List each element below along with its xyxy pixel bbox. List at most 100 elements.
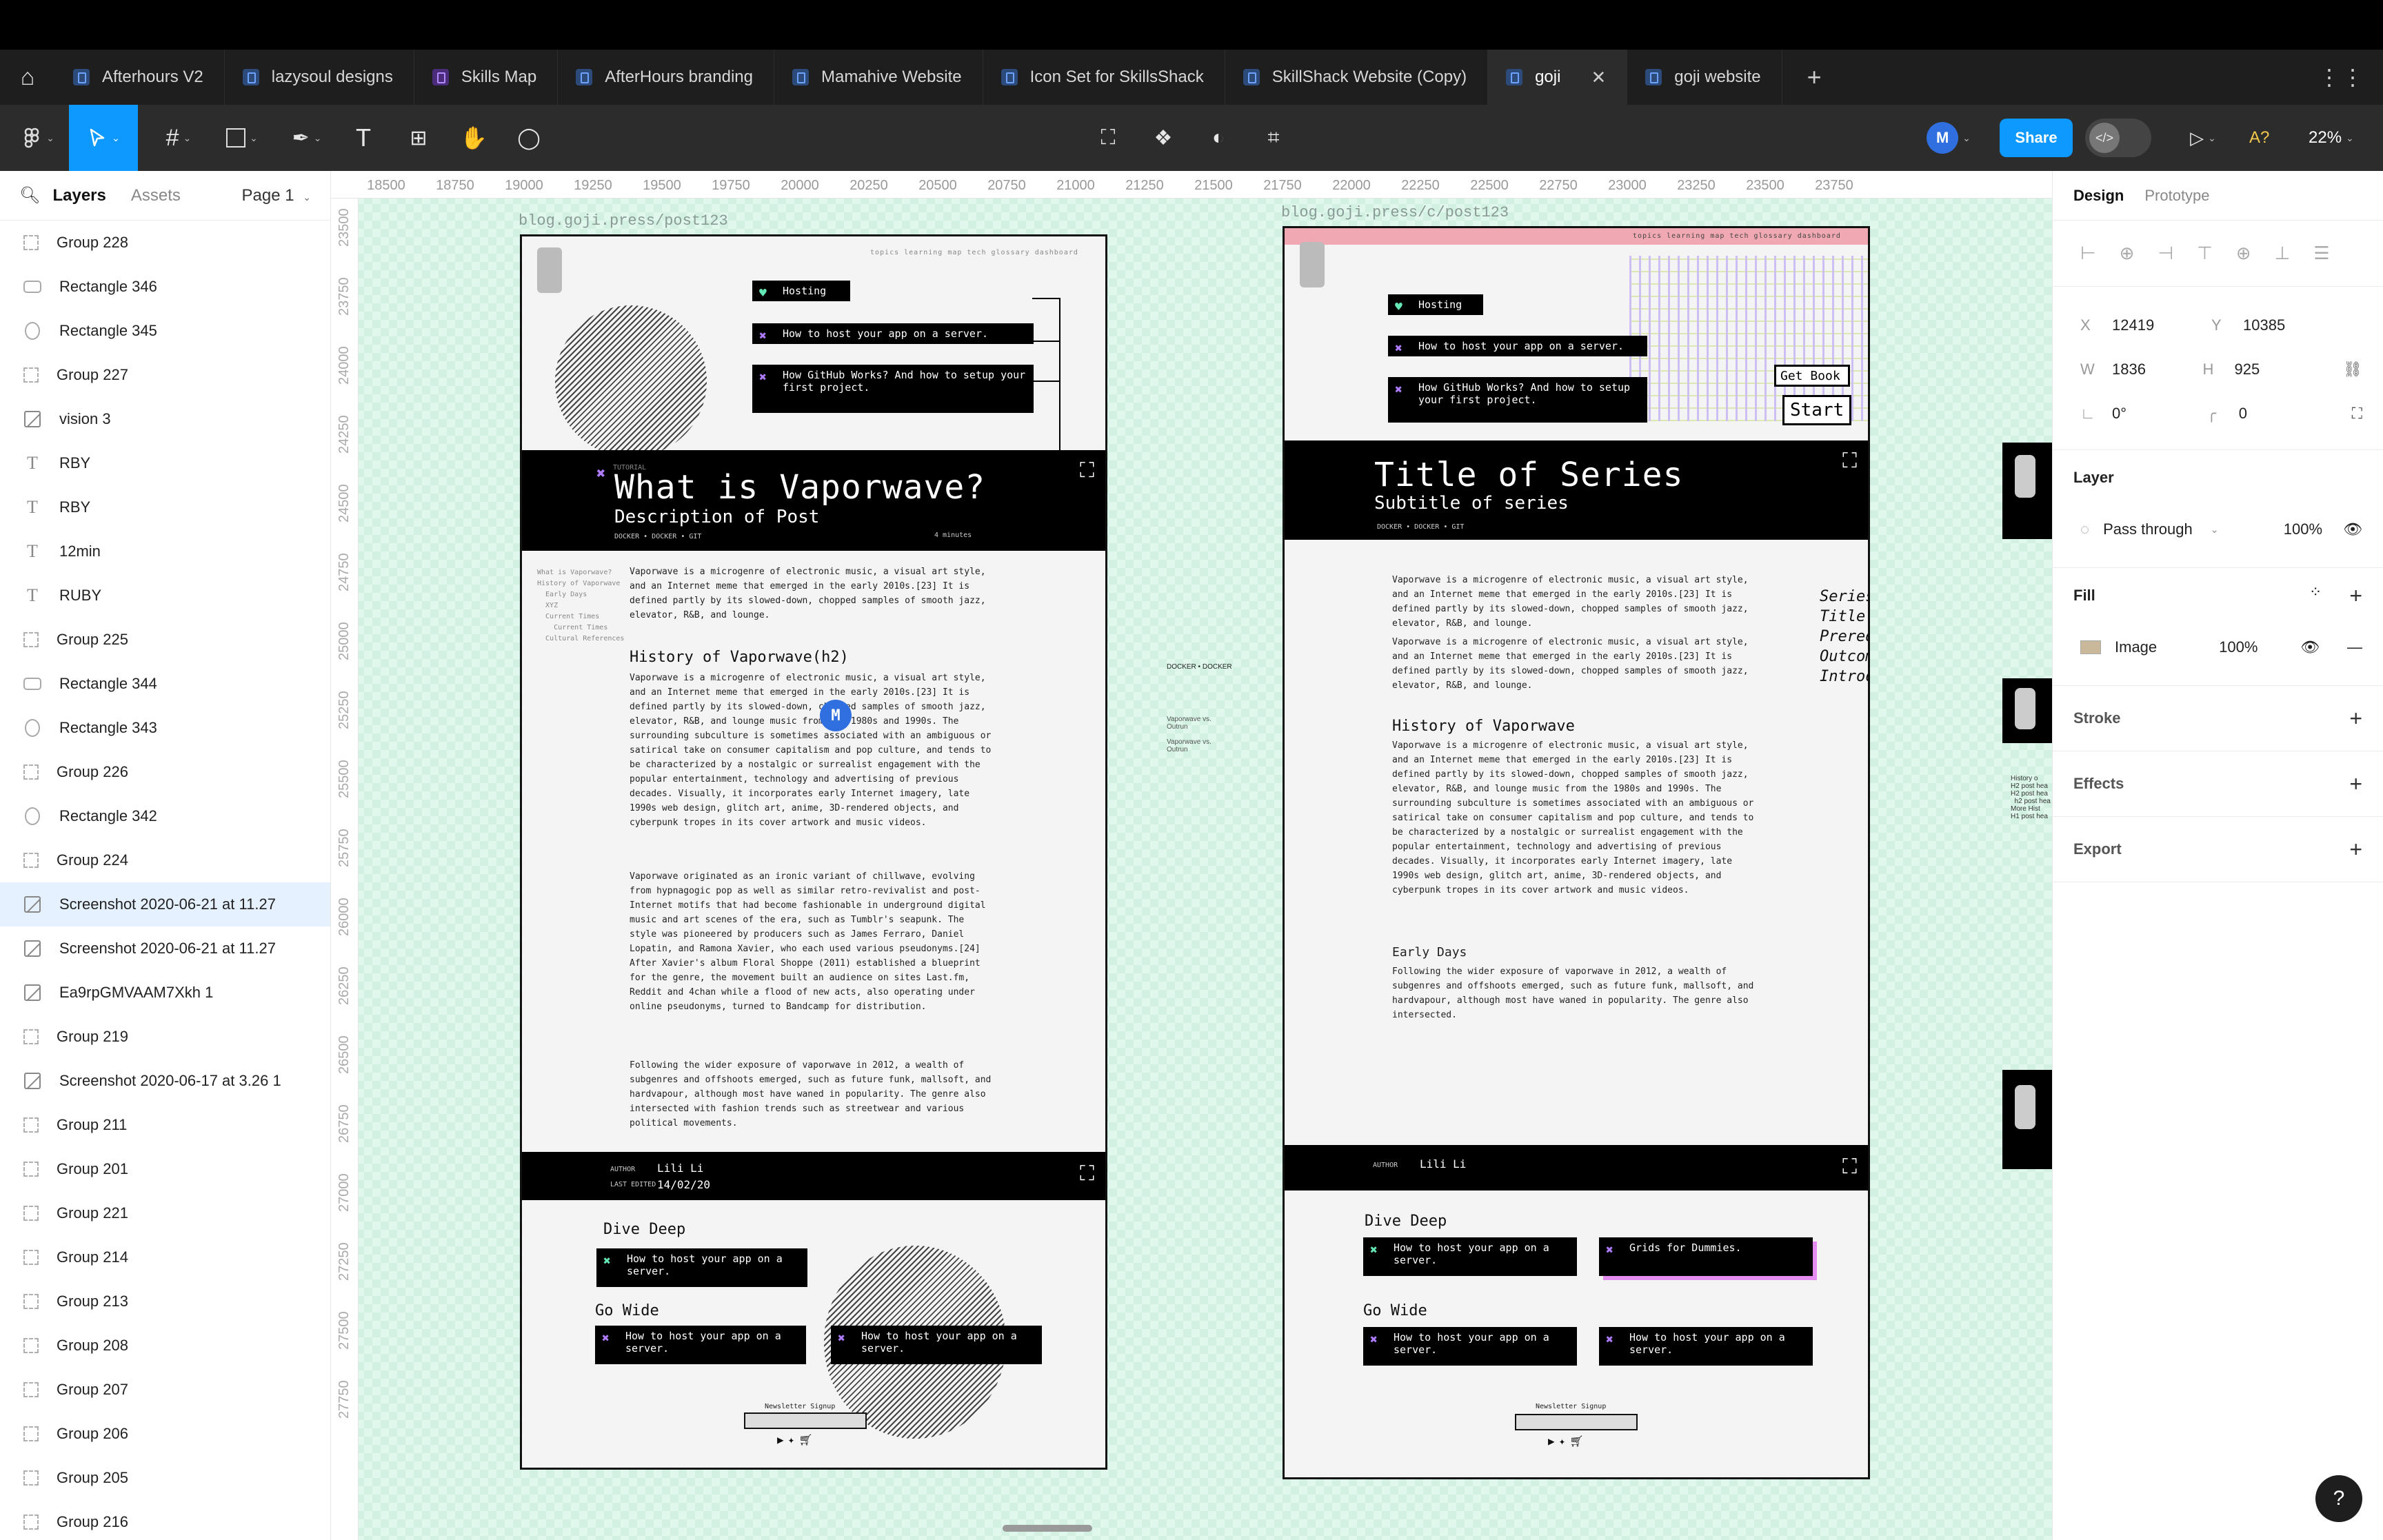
comment-tool-button[interactable]: ◯: [513, 105, 545, 171]
layer-row[interactable]: Group 227: [0, 353, 330, 397]
file-tab[interactable]: goji website: [1627, 50, 1782, 105]
add-effect-plus-icon[interactable]: +: [2349, 771, 2362, 797]
sitemap-icon[interactable]: ⛶: [1842, 1155, 1857, 1179]
file-tab[interactable]: Icon Set for SkillsShack: [983, 50, 1225, 105]
more-menu-icon[interactable]: ⋮⋮: [2318, 64, 2365, 90]
font-warning-indicator[interactable]: A?: [2249, 105, 2269, 171]
layer-row[interactable]: Ea9rpGMVAAM7Xkh 1: [0, 971, 330, 1015]
layer-row[interactable]: T RBY: [0, 485, 330, 529]
frame-post[interactable]: topics learning map tech glossary dashbo…: [520, 234, 1107, 1470]
frame-selection-button[interactable]: ⛶: [1092, 105, 1124, 171]
add-fill-plus-icon[interactable]: +: [2349, 583, 2362, 609]
layer-row[interactable]: Rectangle 343: [0, 706, 330, 750]
present-button[interactable]: ▷ ⌄: [2179, 105, 2227, 171]
card-grids[interactable]: ✖ Grids for Dummies.: [1599, 1237, 1813, 1276]
fill-styles-icon[interactable]: ⁘: [2309, 583, 2322, 609]
align-center-h-icon[interactable]: ⊕: [2120, 243, 2135, 264]
sitemap-icon[interactable]: ⛶: [1080, 458, 1094, 483]
resources-tool-button[interactable]: ⊞: [403, 105, 434, 171]
sitemap-icon[interactable]: ⛶: [1842, 449, 1857, 473]
card-dive-host[interactable]: ✖ How to host your app on a server.: [596, 1248, 807, 1287]
card-hosting[interactable]: ♥ Hosting: [1388, 294, 1483, 315]
offscreen-frame-3[interactable]: [2002, 1070, 2052, 1169]
align-left-icon[interactable]: ⊢: [2080, 243, 2096, 264]
layer-row[interactable]: Group 207: [0, 1368, 330, 1412]
width-field[interactable]: W 1836: [2080, 361, 2203, 378]
eye-icon[interactable]: 👁︎: [2300, 638, 2320, 656]
file-tab[interactable]: Afterhours V2: [55, 50, 225, 105]
card-wide-host-2[interactable]: ✖ How to host your app on a server.: [831, 1326, 1042, 1364]
fill-opacity[interactable]: 100%: [2219, 638, 2258, 656]
independent-corners-icon[interactable]: ⛶: [2352, 405, 2362, 423]
start-button[interactable]: Start: [1782, 395, 1851, 425]
card-github[interactable]: ✖ How GitHub Works? And how to setup your…: [752, 365, 1034, 413]
offscreen-frame-2[interactable]: [2002, 678, 2052, 743]
create-component-button[interactable]: ❖: [1147, 105, 1179, 171]
image-fill-swatch[interactable]: [2080, 640, 2101, 654]
layer-row[interactable]: Group 211: [0, 1103, 330, 1147]
help-button[interactable]: ?: [2315, 1475, 2362, 1522]
card-wide-host-1[interactable]: ✖ How to host your app on a server.: [595, 1326, 806, 1364]
blend-mode-dropdown[interactable]: ◌ Pass through ⌄: [2080, 520, 2218, 538]
search-icon[interactable]: 🔍︎: [19, 185, 40, 205]
align-bottom-icon[interactable]: ⊥: [2275, 243, 2291, 264]
align-right-icon[interactable]: ⊣: [2158, 243, 2173, 264]
layer-row[interactable]: Rectangle 344: [0, 662, 330, 706]
text-tool-button[interactable]: T: [348, 105, 379, 171]
frame-label-series[interactable]: blog.goji.press/c/post123: [1281, 204, 1509, 221]
align-middle-v-icon[interactable]: ⊕: [2236, 243, 2251, 264]
newsletter-input[interactable]: [744, 1412, 867, 1429]
card-wide-host-2[interactable]: ✖ How to host your app on a server.: [1599, 1327, 1813, 1366]
tab-layers[interactable]: Layers: [52, 186, 105, 205]
layer-row[interactable]: T 12min: [0, 529, 330, 574]
page-selector[interactable]: Page 1 ⌄: [242, 186, 311, 205]
tab-assets[interactable]: Assets: [131, 186, 181, 205]
layer-row[interactable]: Rectangle 342: [0, 794, 330, 838]
file-tab[interactable]: SkillShack Website (Copy): [1225, 50, 1489, 105]
height-field[interactable]: H 925: [2203, 361, 2326, 378]
constrain-proportions-icon[interactable]: ⛓: [2343, 361, 2362, 378]
mask-button[interactable]: ◐: [1203, 105, 1234, 171]
newsletter-input[interactable]: [1515, 1414, 1638, 1430]
close-tab-icon[interactable]: ✕: [1591, 67, 1606, 88]
frame-tool-button[interactable]: # ⌄: [154, 105, 203, 171]
pen-tool-button[interactable]: ✒ ⌄: [283, 105, 331, 171]
new-tab-plus-icon[interactable]: +: [1807, 63, 1822, 92]
main-menu-button[interactable]: ⌄: [14, 105, 62, 171]
sitemap-icon[interactable]: ⛶: [1080, 1162, 1094, 1186]
frame-series[interactable]: topics learning map tech glossary dashbo…: [1283, 226, 1870, 1479]
table-of-contents[interactable]: What is Vaporwave? History of Vaporwave …: [537, 567, 624, 645]
multiplayer-avatar[interactable]: M ⌄: [1921, 105, 1976, 171]
align-top-icon[interactable]: ⊤: [2197, 243, 2213, 264]
remove-fill-minus-icon[interactable]: —: [2347, 638, 2362, 656]
distribute-icon[interactable]: ☰: [2313, 243, 2329, 264]
add-stroke-plus-icon[interactable]: +: [2349, 706, 2362, 731]
card-github[interactable]: ✖ How GitHub Works? And how to setup your…: [1388, 377, 1647, 423]
layer-row[interactable]: Rectangle 346: [0, 265, 330, 309]
y-field[interactable]: Y 10385: [2211, 316, 2342, 334]
layer-row[interactable]: Group 221: [0, 1191, 330, 1235]
layer-row[interactable]: Group 201: [0, 1147, 330, 1191]
layer-row[interactable]: Group 208: [0, 1324, 330, 1368]
frame-label-post[interactable]: blog.goji.press/post123: [519, 212, 728, 230]
layer-row[interactable]: vision 3: [0, 397, 330, 441]
card-hosting[interactable]: ♥ Hosting: [752, 281, 850, 301]
card-dive-host[interactable]: ✖ How to host your app on a server.: [1363, 1237, 1577, 1276]
layer-row[interactable]: T RUBY: [0, 574, 330, 618]
canvas-horizontal-scrollbar[interactable]: [1003, 1525, 1092, 1532]
layer-row[interactable]: Group 205: [0, 1456, 330, 1500]
eye-icon[interactable]: 👁︎: [2343, 520, 2362, 538]
layer-row[interactable]: Group 216: [0, 1500, 330, 1540]
layer-row[interactable]: Group 228: [0, 221, 330, 265]
layer-row[interactable]: Screenshot 2020-06-21 at 11.27: [0, 926, 330, 971]
layer-row[interactable]: Screenshot 2020-06-17 at 3.26 1: [0, 1059, 330, 1103]
add-export-plus-icon[interactable]: +: [2349, 837, 2362, 862]
file-tab[interactable]: Skills Map: [414, 50, 559, 105]
shape-tool-button[interactable]: ⌄: [218, 105, 266, 171]
share-button[interactable]: Share: [2000, 119, 2073, 157]
tab-prototype[interactable]: Prototype: [2144, 187, 2209, 205]
social-icons[interactable]: ▶✦🛒︎: [1548, 1435, 1588, 1448]
home-button[interactable]: ⌂: [0, 50, 55, 105]
fill-type[interactable]: Image: [2115, 638, 2157, 656]
layer-row[interactable]: Group 224: [0, 838, 330, 882]
